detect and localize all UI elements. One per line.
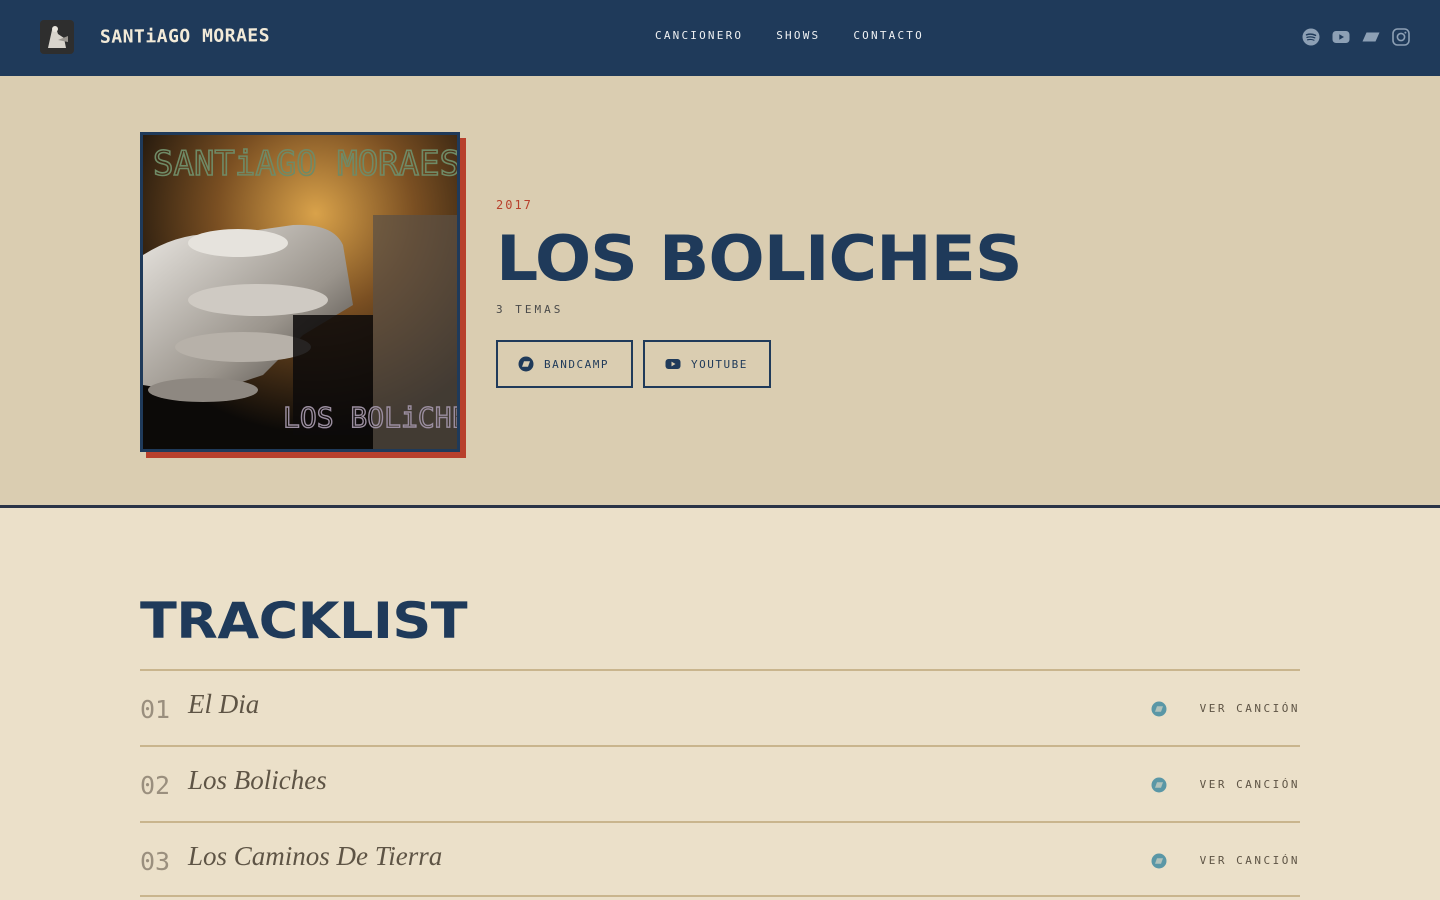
cover-text-bottom: LOS BOLiCHES	[283, 401, 457, 434]
track-number: 01	[140, 695, 171, 724]
album-cover: SANTiAGO MORAES LOS BOLiCHES	[140, 132, 460, 452]
top-navbar: SANTiAGO MORAES CANCIONERO SHOWS CONTACT…	[0, 0, 1440, 76]
bandcamp-icon[interactable]	[1362, 28, 1380, 46]
track-number: 03	[140, 847, 171, 876]
bandcamp-icon[interactable]	[1151, 701, 1167, 717]
youtube-button-label: YOUTUBE	[691, 357, 748, 371]
ver-cancion-link[interactable]: VER CANCIÓN	[1200, 854, 1300, 867]
logo-avatar[interactable]	[40, 20, 74, 54]
album-cover-art: SANTiAGO MORAES LOS BOLiCHES	[143, 135, 457, 449]
brand-name[interactable]: SANTiAGO MORAES	[100, 25, 270, 47]
nav-contacto[interactable]: CONTACTO	[853, 29, 924, 42]
youtube-icon	[665, 359, 681, 369]
track-row[interactable]: 01 El Dia VER CANCIÓN	[140, 669, 1300, 745]
track-name[interactable]: El Dia	[188, 689, 259, 720]
album-title: LOS BOLICHES	[496, 222, 1023, 295]
bandcamp-icon	[518, 356, 534, 372]
bandcamp-icon[interactable]	[1151, 853, 1167, 869]
ver-cancion-link[interactable]: VER CANCIÓN	[1200, 702, 1300, 715]
track-name[interactable]: Los Boliches	[188, 765, 327, 796]
bandcamp-button[interactable]: BANDCAMP	[496, 340, 633, 388]
bandcamp-button-label: BANDCAMP	[544, 357, 609, 371]
main-nav: CANCIONERO SHOWS CONTACTO	[655, 29, 924, 42]
cover-text-top: SANTiAGO MORAES	[153, 144, 457, 184]
bandcamp-icon[interactable]	[1151, 777, 1167, 793]
youtube-button[interactable]: YOUTUBE	[643, 340, 771, 388]
track-name[interactable]: Los Caminos De Tierra	[188, 841, 442, 872]
track-row[interactable]: 03 Los Caminos De Tierra VER CANCIÓN	[140, 821, 1300, 897]
album-year: 2017	[496, 198, 533, 212]
nav-shows[interactable]: SHOWS	[776, 29, 820, 42]
spotify-icon[interactable]	[1302, 28, 1320, 46]
tracklist-title: TRACKLIST	[140, 592, 468, 650]
track-row[interactable]: 02 Los Boliches VER CANCIÓN	[140, 745, 1300, 821]
social-links	[1302, 28, 1410, 46]
instagram-icon[interactable]	[1392, 28, 1410, 46]
logo-image	[40, 20, 74, 54]
track-number: 02	[140, 771, 171, 800]
nav-cancionero[interactable]: CANCIONERO	[655, 29, 743, 42]
youtube-icon[interactable]	[1332, 28, 1350, 46]
ver-cancion-link[interactable]: VER CANCIÓN	[1200, 778, 1300, 791]
tracks-count: 3 TEMAS	[496, 303, 564, 316]
